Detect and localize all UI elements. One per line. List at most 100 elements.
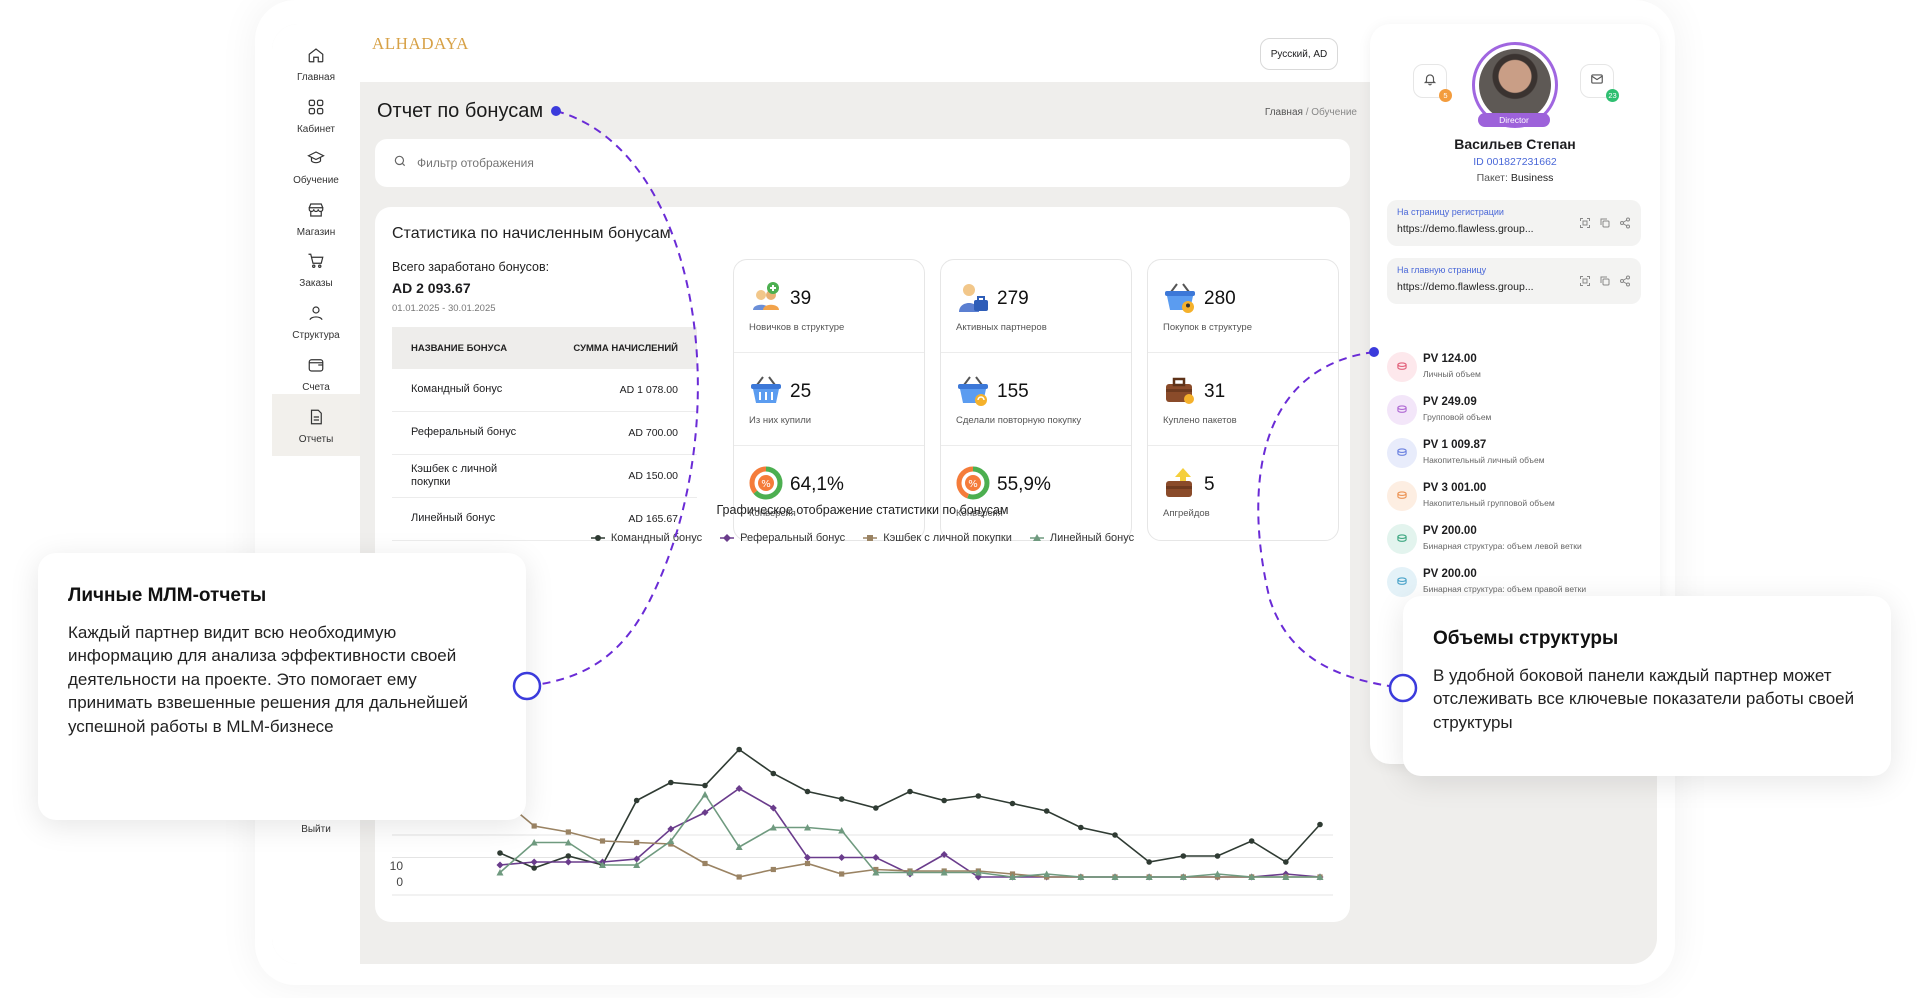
package-value: Business	[1510, 172, 1554, 184]
callout-volumes: Объемы структуры В удобной боковой панел…	[1403, 596, 1891, 776]
page-title: Отчет по бонусам	[377, 100, 544, 122]
stat-tile: 31 Куплено пакетов	[1148, 353, 1338, 446]
share-icon[interactable]	[1619, 274, 1631, 292]
bonus-amount: AD 150.00	[628, 470, 678, 482]
data-point	[564, 858, 572, 866]
data-point	[633, 797, 640, 804]
callout-reports: Личные МЛМ-отчеты Каждый партнер видит в…	[38, 553, 526, 820]
stat-tile: 25 Из них купили	[734, 353, 924, 446]
brand-logo[interactable]: ALHADAYA	[372, 34, 469, 54]
table-header: НАЗВАНИЕ БОНУСА СУММА НАЧИСЛЕНИЙ	[392, 327, 697, 369]
legend-item[interactable]: Линейный бонус	[1029, 532, 1134, 544]
active-partner-icon	[956, 280, 990, 314]
qr-code-icon[interactable]	[1579, 274, 1591, 292]
graduation-cap-icon	[305, 147, 327, 169]
wallet-icon	[305, 354, 327, 376]
stat-value: 155	[997, 381, 1029, 402]
data-point	[497, 850, 503, 856]
data-point	[804, 788, 811, 795]
column-header-name: НАЗВАНИЕ БОНУСА	[411, 342, 508, 354]
sidebar-item-label: Счета	[302, 381, 330, 393]
link-title: На страницу регистрации	[1397, 207, 1504, 217]
bonus-name: Реферальный бонус	[411, 426, 517, 439]
package-label: Пакет:	[1476, 172, 1508, 184]
volume-value: PV 249.09	[1423, 396, 1477, 408]
data-point	[941, 797, 947, 804]
volume-value: PV 200.00	[1423, 525, 1477, 537]
sidebar-item-reports[interactable]: Отчеты	[272, 394, 360, 456]
copy-icon[interactable]	[1599, 216, 1611, 234]
link-actions	[1579, 274, 1631, 292]
bell-icon	[1423, 72, 1437, 91]
data-point	[804, 860, 811, 867]
data-point	[1248, 838, 1255, 844]
store-icon	[305, 199, 327, 221]
stat-label: Активных партнеров	[956, 322, 1047, 333]
qr-code-icon[interactable]	[1579, 216, 1591, 234]
total-value: AD 2 093.67	[392, 280, 471, 296]
stat-tile: 279 Активных партнеров	[941, 260, 1131, 353]
data-point	[668, 779, 674, 786]
data-point	[872, 854, 880, 861]
basket-user-icon	[1163, 280, 1197, 314]
sidebar-item-label: Магазин	[296, 226, 336, 238]
logout-button[interactable]: Выйти	[272, 824, 360, 835]
breadcrumb: Главная / Обучение	[1265, 107, 1357, 118]
copy-icon[interactable]	[1599, 274, 1611, 292]
series-line	[499, 793, 1320, 878]
column-header-amount: СУММА НАЧИСЛЕНИЙ	[573, 342, 678, 354]
series-line	[499, 787, 1321, 878]
coins-icon	[1387, 438, 1417, 468]
data-point	[702, 782, 708, 789]
conversion-icon: %	[956, 466, 990, 500]
volume-label: Личный объем	[1423, 369, 1481, 379]
data-point	[1317, 821, 1323, 828]
stat-label: Покупок в структуре	[1163, 322, 1252, 333]
basket-icon	[749, 373, 783, 407]
legend-item[interactable]: Командный бонус	[590, 532, 702, 544]
share-icon[interactable]	[1619, 216, 1631, 234]
data-point	[736, 874, 742, 880]
language-selector[interactable]: Русский, AD	[1260, 38, 1338, 70]
data-point	[565, 853, 572, 859]
mail-icon	[1590, 72, 1604, 91]
link-url[interactable]: https://demo.flawless.group...	[1397, 223, 1534, 235]
filter-input[interactable]	[417, 156, 1017, 170]
stat-tile: 39 Новичков в структуре	[734, 260, 924, 353]
stat-tile: % 64,1% Конверсия	[734, 446, 924, 539]
notifications-button[interactable]: 5	[1413, 64, 1452, 102]
data-point	[838, 854, 846, 861]
referral-link-box: На страницу регистрации https://demo.fla…	[1387, 200, 1641, 246]
data-point	[736, 746, 742, 753]
stage: Главная Кабинет Обучение Магазин Заказы …	[0, 0, 1920, 998]
data-point	[839, 871, 845, 877]
sidebar-item-label: Главная	[296, 71, 336, 83]
legend-item[interactable]: Кэшбек с личной покупки	[863, 532, 1012, 544]
legend-item[interactable]: Реферальный бонус	[720, 532, 845, 544]
link-url[interactable]: https://demo.flawless.group...	[1397, 281, 1534, 293]
data-point	[702, 860, 708, 867]
stat-value: 55,9%	[997, 474, 1051, 495]
user-id: ID 001827231662	[1473, 156, 1557, 168]
breadcrumb-home[interactable]: Главная	[1265, 107, 1303, 118]
user-package: Пакет: Business	[1370, 172, 1660, 184]
bonus-name: Кэшбек с личной покупки	[411, 462, 498, 488]
volume-item: PV 1 009.87 Накопительный личный объем	[1387, 436, 1647, 472]
volume-item: PV 124.00 Личный объем	[1387, 350, 1647, 386]
data-point	[531, 823, 537, 829]
volume-label: Накопительный личный объем	[1423, 455, 1545, 465]
bonus-name: Командный бонус	[411, 383, 503, 396]
messages-button[interactable]: 23	[1580, 64, 1619, 102]
legend-label: Реферальный бонус	[740, 532, 846, 544]
data-point	[599, 838, 606, 844]
total-label: Всего заработано бонусов:	[392, 260, 550, 274]
chart-title: Графическое отображение статистики по бо…	[716, 503, 1009, 517]
data-point	[770, 866, 776, 873]
home-icon	[305, 44, 327, 66]
chart-legend: Командный бонус Реферальный бонус Кэшбек…	[375, 532, 1350, 544]
new-members-icon	[749, 280, 783, 314]
data-point	[1146, 859, 1152, 865]
data-point	[1283, 859, 1289, 865]
volume-label: Накопительный групповой объем	[1423, 498, 1555, 508]
tile-column: 39 Новичков в структуре 25 Из них купили…	[733, 259, 925, 541]
